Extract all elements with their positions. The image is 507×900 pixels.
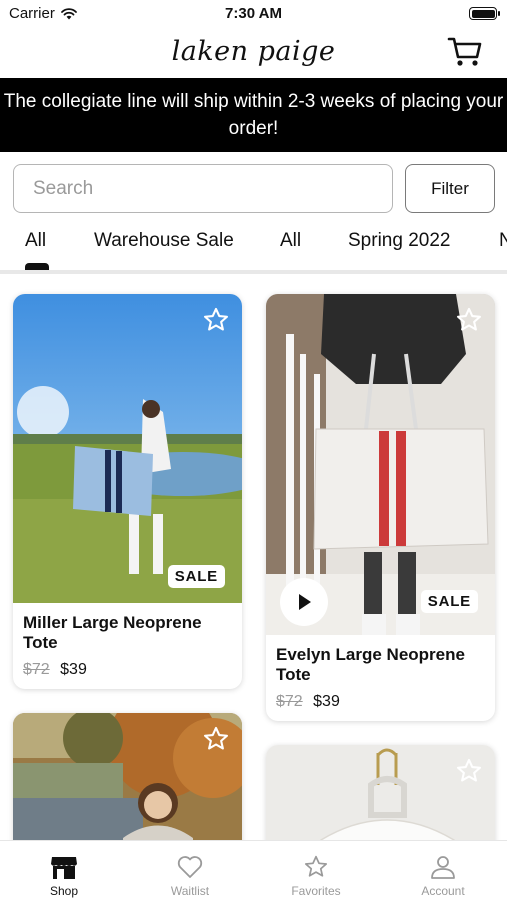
- sale-badge: SALE: [420, 590, 478, 613]
- sale-price: $39: [313, 693, 340, 710]
- star-icon: [203, 726, 229, 750]
- favorite-button[interactable]: [455, 757, 483, 785]
- category-tabs: All Warehouse Sale All Spring 2022 N: [0, 226, 507, 274]
- search-input[interactable]: [13, 164, 393, 213]
- favorite-button[interactable]: [455, 306, 483, 334]
- tab-label: Account: [421, 884, 465, 898]
- product-title: Miller Large Neoprene Tote: [23, 613, 202, 652]
- tab-waitlist[interactable]: Waitlist: [127, 841, 253, 900]
- star-icon: [304, 855, 328, 877]
- sale-badge: SALE: [167, 565, 225, 588]
- status-time: 7:30 AM: [225, 5, 282, 22]
- tab-label: Shop: [49, 884, 79, 898]
- star-icon: [456, 307, 482, 331]
- bottom-tab-bar: Shop Waitlist Favorites Account: [0, 840, 507, 900]
- product-card[interactable]: [13, 713, 242, 840]
- person-icon: [431, 856, 455, 879]
- product-price-row: $72 $39: [13, 653, 242, 689]
- favorite-button[interactable]: [202, 725, 230, 753]
- status-bar: Carrier 7:30 AM: [0, 0, 507, 28]
- product-price-row: $72 $39: [266, 685, 495, 721]
- battery-icon: [469, 7, 500, 20]
- tab-warehouse-sale[interactable]: Warehouse Sale: [94, 230, 234, 252]
- product-photo: [13, 294, 242, 603]
- star-icon: [203, 307, 229, 331]
- original-price: $72: [276, 693, 303, 710]
- announcement-banner: The collegiate line will ship within 2-3…: [0, 78, 507, 152]
- tab-favorites[interactable]: Favorites: [253, 841, 379, 900]
- filter-button[interactable]: Filter: [405, 164, 495, 213]
- product-image[interactable]: [13, 713, 242, 840]
- favorite-button[interactable]: [202, 306, 230, 334]
- product-card[interactable]: SALE Miller Large Neoprene Tote $72 $39: [13, 294, 242, 689]
- product-grid: SALE Miller Large Neoprene Tote $72 $39: [0, 274, 507, 840]
- tab-spring-2022[interactable]: Spring 2022: [348, 230, 450, 252]
- star-icon: [456, 758, 482, 782]
- heart-icon: [177, 856, 203, 878]
- sale-price: $39: [60, 661, 87, 678]
- tab-label: Waitlist: [170, 884, 210, 898]
- search-row: Filter: [0, 164, 507, 214]
- tab-shop[interactable]: Shop: [1, 841, 127, 900]
- play-icon: [299, 594, 311, 610]
- tab-all[interactable]: All: [25, 230, 46, 252]
- storefront-icon: [51, 857, 77, 879]
- play-video-button[interactable]: [280, 578, 328, 626]
- brand-logo: laken paige: [171, 36, 336, 67]
- product-card[interactable]: SALE Evelyn Large Neoprene Tote $72 $39: [266, 294, 495, 721]
- product-image[interactable]: SALE: [266, 294, 495, 635]
- original-price: $72: [23, 661, 50, 678]
- cart-button[interactable]: [447, 36, 483, 68]
- product-image[interactable]: SALE: [13, 294, 242, 603]
- product-title: Evelyn Large Neoprene Tote: [276, 645, 465, 684]
- app-header: laken paige: [0, 28, 507, 78]
- tab-all-2[interactable]: All: [280, 230, 301, 252]
- tab-account[interactable]: Account: [380, 841, 506, 900]
- tab-label: Favorites: [291, 884, 341, 898]
- product-image[interactable]: [266, 745, 495, 840]
- product-card[interactable]: [266, 745, 495, 840]
- tab-next-partial[interactable]: N: [499, 230, 507, 252]
- cart-icon: [447, 37, 482, 66]
